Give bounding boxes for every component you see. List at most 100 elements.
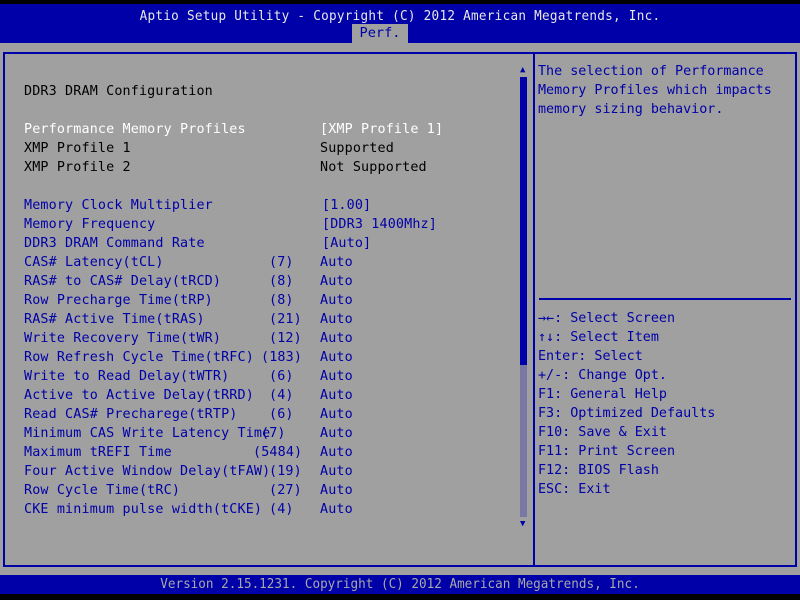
- scrollbar-thumb[interactable]: [520, 77, 527, 365]
- scroll-down-arrow-icon[interactable]: ▼: [520, 520, 528, 529]
- setting-label: Performance Memory Profiles: [24, 122, 246, 137]
- current-timing-value: (27): [269, 483, 302, 498]
- key-hint: F12: BIOS Flash: [538, 463, 659, 478]
- tab-perf[interactable]: Perf.: [352, 24, 408, 43]
- setting-row-four-active-window-delay-tfaw[interactable]: Four Active Window Delay(tFAW) (19) Auto: [24, 462, 464, 481]
- current-timing-value: (4): [269, 388, 294, 403]
- setting-row-read-cas-precharege-trtp[interactable]: Read CAS# Precharege(tRTP) (6) Auto: [24, 405, 464, 424]
- setting-value[interactable]: Auto: [320, 424, 353, 443]
- current-timing-value: (4): [269, 502, 294, 517]
- current-timing-value: (7): [269, 255, 294, 270]
- setting-label: Memory Clock Multiplier: [24, 198, 213, 213]
- key-hint: F10: Save & Exit: [538, 425, 667, 440]
- setting-value[interactable]: [XMP Profile 1]: [320, 120, 443, 139]
- key-hint: +/-: Change Opt.: [538, 368, 667, 383]
- current-timing-value: (6): [269, 369, 294, 384]
- version-text: Version 2.15.1231. Copyright (C) 2012 Am…: [160, 576, 640, 592]
- setting-row-ras-active-time-tras[interactable]: RAS# Active Time(tRAS) (21) Auto: [24, 310, 464, 329]
- setting-label: Row Precharge Time(tRP): [24, 293, 213, 308]
- setting-value[interactable]: Auto: [320, 272, 353, 291]
- setting-value[interactable]: Auto: [320, 367, 353, 386]
- setting-label: Write to Read Delay(tWTR): [24, 369, 230, 384]
- current-timing-value: (183): [261, 350, 303, 365]
- setting-label: Memory Frequency: [24, 217, 156, 232]
- setting-label: Row Refresh Cycle Time(tRFC): [24, 350, 254, 365]
- setting-value[interactable]: Auto: [320, 462, 353, 481]
- setting-row-row-precharge-time-trp[interactable]: Row Precharge Time(tRP) (8) Auto: [24, 291, 464, 310]
- setting-label: Maximum tREFI Time: [24, 445, 172, 460]
- current-timing-value: (8): [269, 293, 294, 308]
- setting-label: Row Cycle Time(tRC): [24, 483, 181, 498]
- setting-value[interactable]: Auto: [320, 481, 353, 500]
- help-description: The selection of Performance Memory Prof…: [538, 64, 772, 117]
- bios-screen: Aptio Setup Utility - Copyright (C) 2012…: [0, 0, 800, 600]
- setting-value[interactable]: Auto: [320, 329, 353, 348]
- info-label: XMP Profile 1: [24, 141, 131, 156]
- setting-row-row-cycle-time-trc[interactable]: Row Cycle Time(tRC) (27) Auto: [24, 481, 464, 500]
- header-bar: Aptio Setup Utility - Copyright (C) 2012…: [0, 4, 800, 43]
- setting-label: DDR3 DRAM Command Rate: [24, 236, 205, 251]
- key-hint: ESC: Exit: [538, 482, 611, 497]
- scroll-up-arrow-icon[interactable]: ▲: [520, 66, 528, 75]
- key-legend: →←: Select Screen ↑↓: Select Item Enter: S…: [538, 309, 715, 499]
- info-row-xmp-profile-1: XMP Profile 1 Supported: [24, 139, 464, 158]
- current-timing-value: (7): [261, 426, 286, 441]
- setting-label: RAS# Active Time(tRAS): [24, 312, 205, 327]
- current-timing-value: (21): [269, 312, 302, 327]
- setting-row-performance-memory-profiles[interactable]: Performance Memory Profiles [XMP Profile…: [24, 120, 464, 139]
- setting-row-minimum-cas-write-latency-time[interactable]: Minimum CAS Write Latency Time (7) Auto: [24, 424, 464, 443]
- setting-row-ras-to-cas-delay-trcd[interactable]: RAS# to CAS# Delay(tRCD) (8) Auto: [24, 272, 464, 291]
- setting-row-write-to-read-delay-twtr[interactable]: Write to Read Delay(tWTR) (6) Auto: [24, 367, 464, 386]
- footer-bar: Version 2.15.1231. Copyright (C) 2012 Am…: [0, 575, 800, 594]
- setting-label: Write Recovery Time(tWR): [24, 331, 222, 346]
- info-label: XMP Profile 2: [24, 160, 131, 175]
- setting-value[interactable]: Auto: [320, 443, 353, 462]
- setting-label: Read CAS# Precharege(tRTP): [24, 407, 238, 422]
- info-row-xmp-profile-2: XMP Profile 2 Not Supported: [24, 158, 464, 177]
- setting-row-cas-latency-tcl[interactable]: CAS# Latency(tCL) (7) Auto: [24, 253, 464, 272]
- key-hint: F11: Print Screen: [538, 444, 676, 459]
- setting-value[interactable]: Auto: [320, 386, 353, 405]
- setting-row-active-to-active-delay-trrd[interactable]: Active to Active Delay(tRRD) (4) Auto: [24, 386, 464, 405]
- setting-label: Four Active Window Delay(tFAW): [24, 464, 271, 479]
- setting-value[interactable]: Auto: [320, 291, 353, 310]
- help-separator: [539, 298, 791, 300]
- setting-value[interactable]: Auto: [320, 310, 353, 329]
- setting-value[interactable]: Auto: [320, 253, 353, 272]
- setting-value[interactable]: Auto: [320, 348, 353, 367]
- setting-value[interactable]: [1.00]: [322, 196, 371, 215]
- app-title: Aptio Setup Utility - Copyright (C) 2012…: [139, 8, 661, 24]
- body-area: DDR3 DRAM Configuration Performance Memo…: [0, 43, 800, 575]
- setting-value[interactable]: Auto: [320, 500, 353, 519]
- setting-row-row-refresh-cycle-time-trfc[interactable]: Row Refresh Cycle Time(tRFC) (183) Auto: [24, 348, 464, 367]
- current-timing-value: (12): [269, 331, 302, 346]
- setting-value[interactable]: [Auto]: [322, 234, 371, 253]
- setting-row-ddr3-dram-command-rate[interactable]: DDR3 DRAM Command Rate [Auto]: [24, 234, 464, 253]
- setting-row-maximum-trefi-time[interactable]: Maximum tREFI Time (5484) Auto: [24, 443, 464, 462]
- key-hint: Enter: Select: [538, 349, 643, 364]
- key-hint: ↑↓: Select Item: [538, 330, 659, 345]
- current-timing-value: (19): [269, 464, 302, 479]
- setting-row-cke-minimum-pulse-width-tcke[interactable]: CKE minimum pulse width(tCKE) (4) Auto: [24, 500, 464, 519]
- key-hint: F3: Optimized Defaults: [538, 406, 716, 421]
- setting-label: RAS# to CAS# Delay(tRCD): [24, 274, 222, 289]
- setting-value[interactable]: [DDR3 1400Mhz]: [322, 215, 437, 234]
- setting-label: CAS# Latency(tCL): [24, 255, 164, 270]
- setting-label: Minimum CAS Write Latency Time: [24, 426, 271, 441]
- setting-value[interactable]: Auto: [320, 405, 353, 424]
- key-hint: F1: General Help: [538, 387, 667, 402]
- key-hint: →←: Select Screen: [538, 311, 676, 326]
- setting-label: Active to Active Delay(tRRD): [24, 388, 254, 403]
- current-timing-value: (8): [269, 274, 294, 289]
- setting-row-write-recovery-time-twr[interactable]: Write Recovery Time(tWR) (12) Auto: [24, 329, 464, 348]
- help-panel: The selection of Performance Memory Prof…: [535, 54, 795, 565]
- current-timing-value: (5484): [253, 445, 303, 460]
- setting-row-memory-frequency[interactable]: Memory Frequency [DDR3 1400Mhz]: [24, 215, 464, 234]
- setting-row-memory-clock-multiplier[interactable]: Memory Clock Multiplier [1.00]: [24, 196, 464, 215]
- setting-label: CKE minimum pulse width(tCKE): [24, 502, 263, 517]
- info-value: Not Supported: [320, 160, 427, 175]
- main-frame: DDR3 DRAM Configuration Performance Memo…: [3, 52, 797, 567]
- info-value: Supported: [320, 141, 394, 156]
- settings-panel: DDR3 DRAM Configuration Performance Memo…: [5, 54, 533, 565]
- current-timing-value: (6): [269, 407, 294, 422]
